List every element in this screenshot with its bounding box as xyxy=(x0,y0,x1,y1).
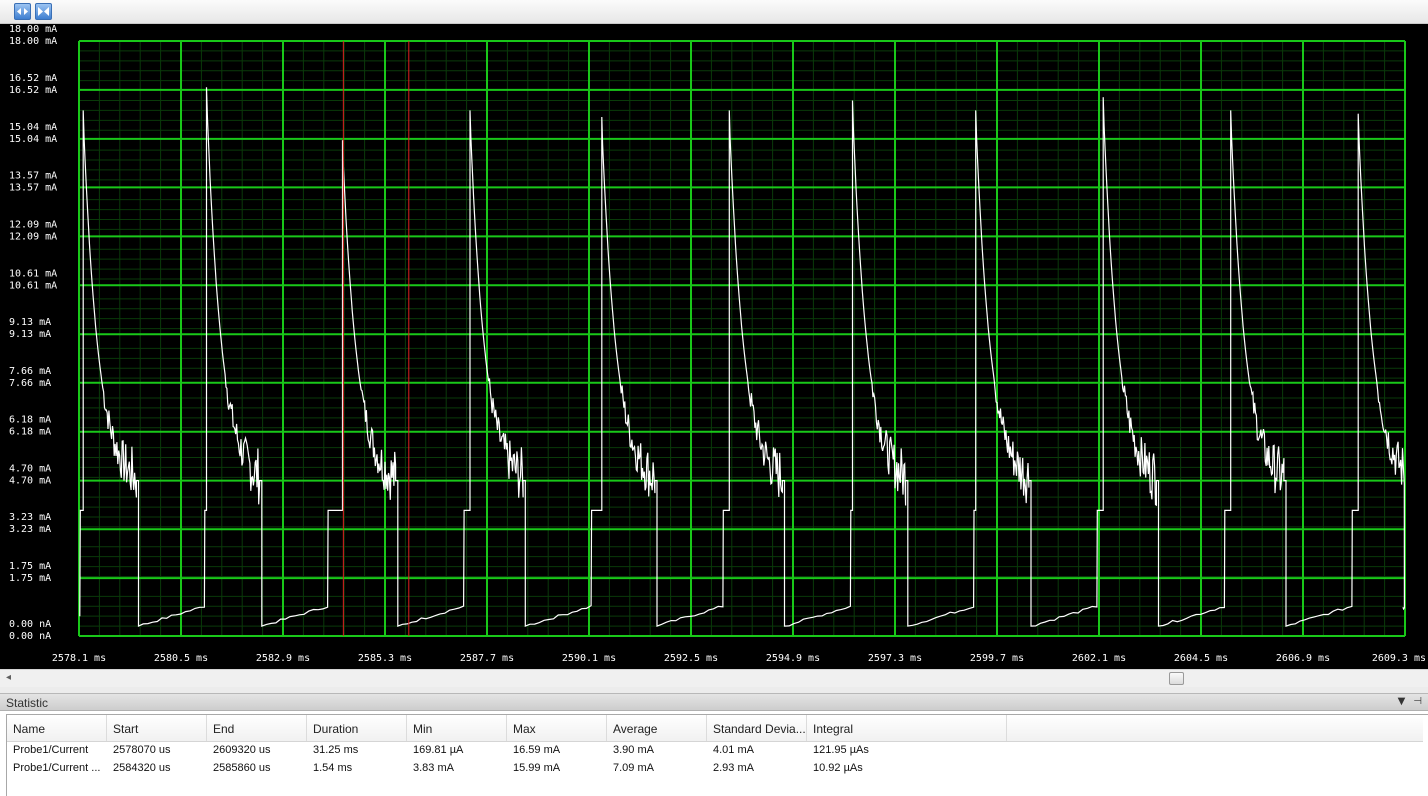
pin-icon[interactable]: ⊣ xyxy=(1413,696,1422,707)
y-tick-label: 12.09 mA xyxy=(9,219,57,230)
y-tick-label: 6.18 mA xyxy=(9,415,51,426)
x-tick-label: 2585.3 ms xyxy=(358,653,412,664)
y-tick-label: 4.70 mA xyxy=(9,464,51,475)
y-tick-label: 1.75 mA xyxy=(9,573,51,584)
x-tick-label: 2597.3 ms xyxy=(868,653,922,664)
y-tick-label: 3.23 mA xyxy=(9,524,51,535)
cell-max: 16.59 mA xyxy=(513,744,561,756)
y-tick-label: 10.61 mA xyxy=(9,268,57,279)
column-header-end[interactable]: End xyxy=(207,715,307,741)
x-tick-label: 2590.1 ms xyxy=(562,653,616,664)
x-tick-label: 2599.7 ms xyxy=(970,653,1024,664)
y-tick-label: 9.13 mA xyxy=(9,329,51,340)
x-tick-label: 2602.1 ms xyxy=(1072,653,1126,664)
cell-std-dev: 4.01 mA xyxy=(713,744,754,756)
y-tick-label: 6.18 mA xyxy=(9,427,51,438)
column-header-name[interactable]: Name xyxy=(7,715,107,741)
x-tick-label: 2582.9 ms xyxy=(256,653,310,664)
y-tick-label: 7.66 mA xyxy=(9,366,51,377)
column-header-integral[interactable]: Integral xyxy=(807,715,1007,741)
x-tick-label: 2580.5 ms xyxy=(154,653,208,664)
y-tick-label: 13.57 mA xyxy=(9,182,57,193)
y-tick-label: 0.00 nA xyxy=(9,631,51,642)
cell-duration: 31.25 ms xyxy=(313,744,359,756)
y-tick-label: 1.75 mA xyxy=(9,561,51,572)
y-tick-label: 4.70 mA xyxy=(9,476,51,487)
table-row[interactable]: Probe1/Current ... 2584320 us 2585860 us… xyxy=(7,759,1007,777)
scrollbar-thumb[interactable] xyxy=(1169,672,1184,685)
y-tick-label: 16.52 mA xyxy=(9,85,57,96)
cell-std-dev: 2.93 mA xyxy=(713,762,754,774)
x-tick-label: 2594.9 ms xyxy=(766,653,820,664)
column-header-std-dev[interactable]: Standard Devia... xyxy=(707,715,807,741)
cell-min: 3.83 mA xyxy=(413,762,454,774)
statistic-panel-header: Statistic ▼ ⊣ xyxy=(0,693,1428,711)
column-header-max[interactable]: Max xyxy=(507,715,607,741)
x-tick-label: 2609.3 ms xyxy=(1372,653,1426,664)
table-header: Name Start End Duration Min Max Average … xyxy=(7,715,1423,742)
current-waveform-chart[interactable]: 0.00 nA 0.00 nA 1.75 mA 1.75 mA 3.23 mA 3.23 … xyxy=(0,24,1428,669)
horizontal-scrollbar[interactable]: ◂ xyxy=(0,669,1428,687)
cell-average: 3.90 mA xyxy=(613,744,654,756)
y-tick-label: 7.66 mA xyxy=(9,378,51,389)
collapse-horizontal-icon xyxy=(38,7,49,16)
y-tick-label: 0.00 nA xyxy=(9,619,51,630)
cell-min: 169.81 µA xyxy=(413,744,464,756)
expand-horizontal-button[interactable] xyxy=(14,3,31,20)
scroll-left-icon[interactable]: ◂ xyxy=(6,672,11,683)
table-row[interactable]: Probe1/Current 2578070 us 2609320 us 31.… xyxy=(7,741,1007,759)
expand-horizontal-icon xyxy=(17,8,28,15)
x-tick-label: 2604.5 ms xyxy=(1174,653,1228,664)
y-tick-label: 16.52 mA xyxy=(9,73,57,84)
y-tick-label: 3.23 mA xyxy=(9,512,51,523)
column-header-min[interactable]: Min xyxy=(407,715,507,741)
y-tick-label: 9.13 mA xyxy=(9,317,51,328)
column-header-start[interactable]: Start xyxy=(107,715,207,741)
waveform-svg: 0.00 nA0.00 nA 1.75 mA1.75 mA 3.23 mA3.23 … xyxy=(9,24,1426,664)
statistic-panel-title: Statistic xyxy=(6,696,49,710)
cell-average: 7.09 mA xyxy=(613,762,654,774)
statistic-table: Name Start End Duration Min Max Average … xyxy=(6,714,1428,796)
y-tick-label: 12.09 mA xyxy=(9,231,57,242)
column-header-average[interactable]: Average xyxy=(607,715,707,741)
y-tick-label: 15.04 mA xyxy=(9,134,57,145)
x-tick-label: 2587.7 ms xyxy=(460,653,514,664)
y-tick-label: 10.61 mA xyxy=(9,280,57,291)
x-tick-label: 2578.1 ms xyxy=(52,653,106,664)
collapse-horizontal-button[interactable] xyxy=(35,3,52,20)
cell-max: 15.99 mA xyxy=(513,762,561,774)
y-tick-label: 13.57 mA xyxy=(9,170,57,181)
y-tick-label: 18.00 mA xyxy=(9,24,57,35)
cell-end: 2609320 us xyxy=(213,744,271,756)
cell-end: 2585860 us xyxy=(213,762,271,774)
dropdown-arrow-icon[interactable]: ▼ xyxy=(1398,696,1406,707)
cell-start: 2578070 us xyxy=(113,744,171,756)
y-tick-label: 15.04 mA xyxy=(9,122,57,133)
cell-name: Probe1/Current xyxy=(13,744,89,756)
x-tick-label: 2592.5 ms xyxy=(664,653,718,664)
cell-start: 2584320 us xyxy=(113,762,171,774)
column-header-duration[interactable]: Duration xyxy=(307,715,407,741)
y-tick-label: 18.00 mA xyxy=(9,36,57,47)
cell-integral: 121.95 µAs xyxy=(813,744,869,756)
cell-integral: 10.92 µAs xyxy=(813,762,863,774)
x-tick-label: 2606.9 ms xyxy=(1276,653,1330,664)
cell-duration: 1.54 ms xyxy=(313,762,353,774)
cell-name: Probe1/Current ... xyxy=(13,762,101,774)
toolbar xyxy=(0,0,1428,24)
